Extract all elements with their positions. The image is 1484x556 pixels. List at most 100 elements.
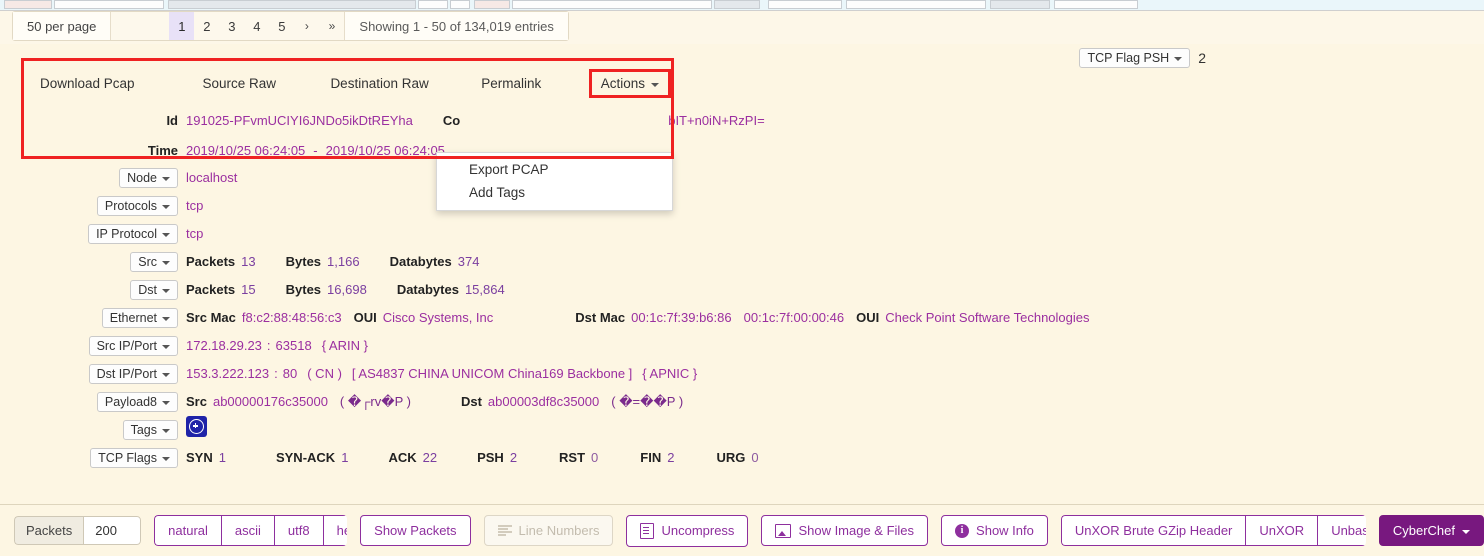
dst-rir-value[interactable]: { APNIC } xyxy=(642,366,697,381)
tcp-flags-field-dropdown[interactable]: TCP Flags xyxy=(90,448,178,468)
encoding-hex-button[interactable]: hex xyxy=(322,515,348,546)
src-rir-value[interactable]: { ARIN } xyxy=(322,338,368,353)
show-packets-button[interactable]: Show Packets xyxy=(360,515,471,546)
unxor-button-group: UnXOR Brute GZip Header UnXOR Unbase64 xyxy=(1060,515,1366,546)
add-tag-button[interactable] xyxy=(186,416,207,437)
chevron-down-icon xyxy=(162,177,170,181)
tcp-flag-syn-key: SYN xyxy=(186,450,213,465)
src-packets-group: Packets 13 xyxy=(186,254,256,269)
ip-protocol-field-dropdown[interactable]: IP Protocol xyxy=(88,224,178,244)
row-payload8: Payload8 Src ab00000176c35000 ( �┌rv�P )… xyxy=(0,388,1484,416)
protocols-value[interactable]: tcp xyxy=(186,198,203,213)
src-port-value[interactable]: 63518 xyxy=(276,338,312,353)
plus-circle-icon xyxy=(189,419,204,434)
destination-raw-link[interactable]: Destination Raw xyxy=(327,71,431,96)
node-label: Node xyxy=(127,171,157,185)
unbase64-button[interactable]: Unbase64 xyxy=(1317,515,1366,546)
payload-dst-hex[interactable]: ab00003df8c35000 xyxy=(488,394,599,409)
page-button-3[interactable]: 3 xyxy=(219,12,245,40)
show-info-button[interactable]: i Show Info xyxy=(941,515,1048,546)
unxor-button[interactable]: UnXOR xyxy=(1245,515,1318,546)
cyberchef-dropdown-button[interactable]: CyberChef xyxy=(1378,515,1484,546)
dst-ip-port-label: Dst IP/Port xyxy=(96,367,157,381)
dst-field-dropdown[interactable]: Dst xyxy=(130,280,178,300)
src-ip-port-label: Src IP/Port xyxy=(96,339,157,353)
tcp-flag-psh-pill[interactable]: TCP Flag PSH xyxy=(1079,48,1191,68)
payload8-field-dropdown[interactable]: Payload8 xyxy=(96,392,178,412)
row-ip-protocol: IP Protocol tcp xyxy=(0,220,1484,248)
menu-item-export-pcap[interactable]: Export PCAP xyxy=(437,158,672,181)
node-field-dropdown[interactable]: Node xyxy=(119,168,178,188)
dst-port-value[interactable]: 80 xyxy=(283,366,297,381)
chevron-down-icon xyxy=(162,205,170,209)
dst-country-value[interactable]: ( CN ) xyxy=(307,366,342,381)
actions-dropdown-button[interactable]: Actions xyxy=(588,69,672,98)
dst-mac-value-1[interactable]: 00:1c:7f:39:b6:86 xyxy=(631,310,731,325)
tcp-flag-syn: SYN 1 xyxy=(186,450,226,465)
src-ip-port-field-dropdown[interactable]: Src IP/Port xyxy=(88,336,178,356)
protocols-field-dropdown[interactable]: Protocols xyxy=(96,196,178,216)
row-src-ip-port-value-cell: 172.18.29.23 : 63518 { ARIN } xyxy=(186,338,1484,353)
uncompress-button[interactable]: Uncompress xyxy=(626,514,749,547)
dst-ip-value[interactable]: 153.3.222.123 xyxy=(186,366,269,381)
dst-mac-value-2[interactable]: 00:1c:7f:00:00:46 xyxy=(744,310,844,325)
src-packets-value: 13 xyxy=(241,254,256,269)
sliver-box xyxy=(54,0,164,9)
row-src-ip-port: Src IP/Port 172.18.29.23 : 63518 { ARIN … xyxy=(0,332,1484,360)
community-id-value[interactable]: bIT+n0iN+RzPI= xyxy=(668,113,764,128)
src-mac-value[interactable]: f8:c2:88:48:56:c3 xyxy=(242,310,342,325)
payload-src-key: Src xyxy=(186,394,207,409)
chevron-down-icon xyxy=(1462,529,1470,534)
page-button-4[interactable]: 4 xyxy=(244,12,270,40)
row-tags-value-cell xyxy=(186,416,1484,437)
page-button-5[interactable]: 5 xyxy=(269,12,295,40)
sliver-box xyxy=(168,0,416,9)
src-oui-value[interactable]: Cisco Systems, Inc xyxy=(383,310,494,325)
tcp-flag-filter-row: TCP Flag PSH 2 xyxy=(1079,48,1206,68)
src-databytes-group: Databytes 374 xyxy=(390,254,480,269)
row-src-label-cell: Src xyxy=(0,248,186,276)
tags-field-dropdown[interactable]: Tags xyxy=(122,420,178,440)
pagination-prev-spacer xyxy=(111,12,170,40)
permalink-link[interactable]: Permalink xyxy=(478,71,544,96)
id-value[interactable]: 191025-PFvmUCIYI6JNDo5ikDtREYha xyxy=(186,113,413,128)
src-ip-value[interactable]: 172.18.29.23 xyxy=(186,338,262,353)
row-ip-protocol-value-cell: tcp xyxy=(186,226,1484,241)
time-start-value: 2019/10/25 06:24:05 xyxy=(186,142,306,158)
session-detail-panel: TCP Flag PSH 2 Download Pcap Source Raw … xyxy=(0,44,1484,504)
ip-protocol-value[interactable]: tcp xyxy=(186,226,203,241)
unxor-brute-gzip-header-button[interactable]: UnXOR Brute GZip Header xyxy=(1060,515,1246,546)
packets-count-input[interactable]: 200 xyxy=(83,516,142,545)
dst-mac-group: Dst Mac 00:1c:7f:39:b6:86 xyxy=(575,310,731,325)
node-value[interactable]: localhost xyxy=(186,170,237,185)
chevron-down-icon xyxy=(162,261,170,265)
menu-item-add-tags[interactable]: Add Tags xyxy=(437,181,672,204)
tcp-flag-psh-label: TCP Flag PSH xyxy=(1087,51,1170,65)
tcp-flag-syn-ack-key: SYN-ACK xyxy=(275,450,336,465)
line-numbers-icon xyxy=(497,524,512,537)
payload-src-hex[interactable]: ab00000176c35000 xyxy=(213,394,328,409)
page-button-2[interactable]: 2 xyxy=(194,12,220,40)
download-pcap-link[interactable]: Download Pcap xyxy=(37,71,138,96)
sliver-box xyxy=(4,0,52,9)
last-page-icon[interactable]: » xyxy=(319,12,345,40)
payload-dst-ascii-group: ( �=��P ) xyxy=(611,394,683,410)
encoding-utf8-button[interactable]: utf8 xyxy=(273,515,323,546)
line-numbers-button[interactable]: Line Numbers xyxy=(483,515,614,546)
dst-oui-value[interactable]: Check Point Software Technologies xyxy=(885,310,1089,325)
actions-dropdown-menu: Export PCAP Add Tags xyxy=(436,152,673,211)
next-page-icon[interactable]: › xyxy=(294,12,320,40)
ethernet-field-dropdown[interactable]: Ethernet xyxy=(101,308,178,328)
encoding-natural-button[interactable]: natural xyxy=(154,515,221,546)
packets-count-group: Packets 200 xyxy=(14,516,142,545)
per-page-selector[interactable]: 50 per page xyxy=(13,12,112,40)
src-field-dropdown[interactable]: Src xyxy=(130,252,178,272)
encoding-ascii-button[interactable]: ascii xyxy=(220,515,274,546)
tcp-flag-syn-value: 1 xyxy=(218,450,226,465)
show-image-files-button[interactable]: Show Image & Files xyxy=(761,515,929,546)
dst-ip-port-field-dropdown[interactable]: Dst IP/Port xyxy=(88,364,178,384)
source-raw-link[interactable]: Source Raw xyxy=(200,71,280,96)
dst-asn-value[interactable]: [ AS4837 CHINA UNICOM China169 Backbone … xyxy=(352,366,632,381)
row-ethernet-label-cell: Ethernet xyxy=(0,304,186,332)
page-button-1[interactable]: 1 xyxy=(169,12,195,40)
